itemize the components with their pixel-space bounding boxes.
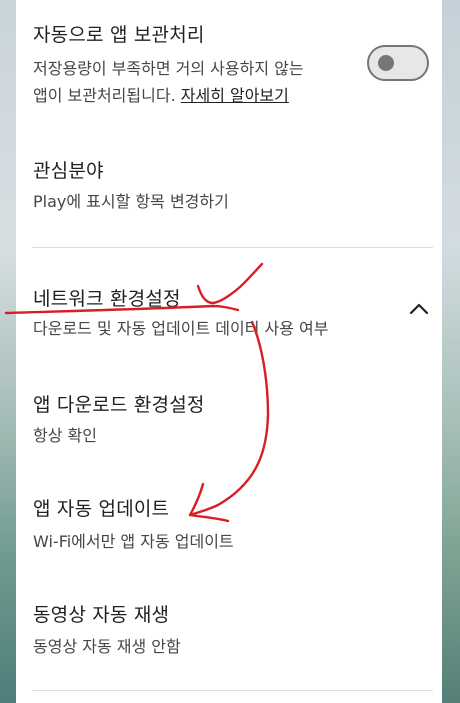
auto-archive-toggle[interactable] <box>367 45 429 81</box>
auto-archive-desc-line2: 앱이 보관처리됩니다. <box>33 86 176 105</box>
interests-title: 관심분야 <box>33 160 104 182</box>
app-download-prefs-desc: 항상 확인 <box>33 426 97 445</box>
auto-update-title: 앱 자동 업데이트 <box>33 498 170 520</box>
auto-archive-desc-line1: 저장용량이 부족하면 거의 사용하지 않는 <box>33 59 304 78</box>
background-left <box>0 0 16 703</box>
bottom-divider <box>32 690 433 691</box>
background-right <box>442 0 460 703</box>
toggle-knob <box>378 55 394 71</box>
auto-archive-title: 자동으로 앱 보관처리 <box>33 24 205 46</box>
video-autoplay-desc: 동영상 자동 재생 안함 <box>33 637 181 656</box>
interests-desc: Play에 표시할 항목 변경하기 <box>33 192 229 211</box>
auto-update-desc: Wi-Fi에서만 앱 자동 업데이트 <box>33 532 234 551</box>
video-autoplay-title: 동영상 자동 재생 <box>33 604 170 626</box>
network-prefs-title: 네트워크 환경설정 <box>33 288 181 310</box>
auto-archive-desc-line2-row: 앱이 보관처리됩니다. 자세히 알아보기 <box>33 84 289 108</box>
chevron-up-icon[interactable] <box>408 301 430 315</box>
learn-more-link[interactable]: 자세히 알아보기 <box>181 86 289 105</box>
section-divider <box>32 247 433 248</box>
app-download-prefs-title: 앱 다운로드 환경설정 <box>33 394 205 416</box>
settings-panel: 자동으로 앱 보관처리 저장용량이 부족하면 거의 사용하지 않는 앱이 보관처… <box>16 0 442 703</box>
network-prefs-desc: 다운로드 및 자동 업데이트 데이터 사용 여부 <box>33 319 329 338</box>
